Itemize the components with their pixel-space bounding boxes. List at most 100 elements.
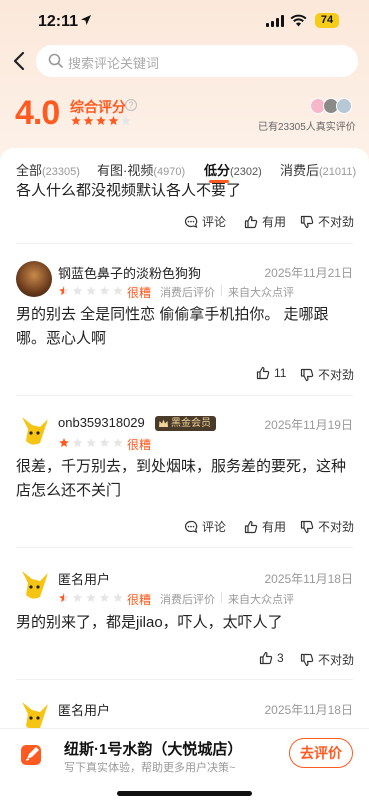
thumbs-up-icon: [256, 366, 270, 380]
not-right-button[interactable]: 不对劲: [300, 213, 354, 230]
overall-star-rating: [71, 116, 131, 126]
username[interactable]: 匿名用户: [58, 569, 110, 588]
review-date: 2025年11月18日: [264, 572, 353, 586]
rating-word: 很糟: [127, 286, 152, 300]
avatar[interactable]: [16, 261, 52, 297]
divider: [16, 547, 353, 548]
useful-button[interactable]: 有用: [244, 213, 286, 230]
comment-button[interactable]: 评论: [184, 213, 226, 230]
star-icon: [99, 438, 110, 448]
source-tag: 来自大众点评: [228, 594, 294, 606]
avatar: [336, 98, 352, 114]
star-icon: [72, 593, 83, 603]
thumbs-up-icon: [244, 520, 258, 533]
username[interactable]: 钢蓝色鼻子的淡粉色狗狗: [58, 263, 201, 282]
star-icon: [72, 438, 83, 448]
review-date: 2025年11月21日: [264, 266, 353, 280]
thumbs-down-icon: [300, 653, 314, 666]
star-filled-icon: [71, 116, 81, 126]
like-count-button[interactable]: 11: [256, 366, 286, 380]
review-text: 男的别去 全是同性恋 偷偷拿手机拍你。 走哪跟哪。恶心人啊: [16, 306, 329, 347]
star-icon: [113, 438, 123, 448]
search-icon: [48, 53, 63, 68]
consumption-tag: 消费后评价: [160, 287, 215, 299]
like-count-button[interactable]: 3: [259, 651, 284, 665]
home-indicator: [117, 791, 252, 796]
star-icon: [99, 286, 110, 296]
meta-separator: |: [220, 284, 223, 296]
cellular-signal-icon: [266, 15, 284, 27]
not-right-button[interactable]: 不对劲: [300, 366, 354, 383]
star-filled-icon: [96, 116, 106, 126]
username[interactable]: 匿名用户: [58, 700, 110, 719]
star-filled-icon: [83, 116, 94, 126]
comment-button[interactable]: 评论: [184, 518, 226, 535]
useful-button[interactable]: 有用: [244, 518, 286, 535]
review-star-rating: [59, 438, 123, 448]
review-list[interactable]: 各人什么都没视频默认各人不要了 评论 有用 不对劲 钢蓝色鼻子的淡粉色狗狗 20…: [0, 183, 369, 731]
avatar[interactable]: [16, 567, 52, 603]
meta-separator: |: [220, 591, 223, 603]
crown-icon: [159, 419, 168, 427]
overall-score: 4.0: [15, 94, 60, 132]
divider: [16, 395, 353, 396]
real-review-count: 已有23305人真实评价: [258, 122, 356, 133]
not-right-button[interactable]: 不对劲: [300, 518, 354, 535]
write-review-icon: [21, 745, 41, 765]
member-badge: 黑金会员: [155, 416, 216, 431]
star-icon: [113, 593, 123, 603]
star-icon: [121, 116, 131, 126]
avatar[interactable]: [16, 413, 52, 449]
consumption-tag: 消费后评价: [160, 594, 215, 606]
thumbs-down-icon: [300, 215, 314, 228]
review-date: 2025年11月18日: [264, 703, 353, 717]
mascot-avatar-icon: [22, 417, 48, 445]
write-review-hint: 写下真实体验，帮助更多用户决策~: [64, 762, 236, 774]
review-text: 各人什么都没视频默认各人不要了: [16, 183, 242, 199]
mascot-avatar-icon: [22, 571, 48, 599]
reviewer-avatars: [310, 98, 356, 114]
rating-word: 很糟: [127, 438, 152, 452]
mascot-avatar-icon: [22, 702, 48, 730]
avatar[interactable]: [16, 698, 52, 731]
thumbs-up-icon: [259, 651, 273, 665]
star-icon: [99, 593, 110, 603]
status-bar: 12:11 74: [0, 0, 369, 42]
search-placeholder: 搜索评论关键词: [68, 56, 160, 71]
thumbs-down-icon: [300, 368, 314, 381]
tab-all[interactable]: 全部(23305): [16, 160, 80, 179]
overall-score-label: 综合评分: [70, 99, 126, 115]
review-star-rating: [59, 593, 123, 603]
battery-indicator: 74: [315, 13, 339, 28]
star-icon: [72, 286, 83, 296]
star-filled-icon: [59, 438, 69, 448]
star-icon: [86, 593, 96, 603]
search-input[interactable]: 搜索评论关键词: [36, 45, 358, 77]
not-right-button[interactable]: 不对劲: [300, 651, 354, 668]
write-review-button[interactable]: 去评价: [289, 738, 353, 768]
wifi-icon: [290, 14, 307, 27]
tab-after-consumption[interactable]: 消费后(21011): [280, 160, 356, 179]
thumbs-down-icon: [300, 520, 314, 533]
tab-photo-video[interactable]: 有图·视频(4970): [97, 160, 185, 179]
location-arrow-icon: [81, 15, 91, 25]
username[interactable]: onb359318029: [58, 415, 145, 430]
help-icon[interactable]: ?: [125, 99, 137, 111]
thumbs-up-icon: [244, 215, 258, 228]
review-star-rating: [59, 286, 123, 296]
bottom-bar: 纽斯·1号水韵（大悦城店） 写下真实体验，帮助更多用户决策~ 去评价: [0, 728, 369, 800]
status-time: 12:11: [38, 13, 79, 30]
shop-name[interactable]: 纽斯·1号水韵（大悦城店）: [64, 738, 242, 759]
star-filled-icon: [108, 116, 119, 126]
back-arrow-icon[interactable]: [10, 50, 30, 72]
star-icon: [86, 438, 96, 448]
divider: [16, 243, 353, 244]
source-tag: 来自大众点评: [228, 287, 294, 299]
comment-icon: [184, 215, 198, 228]
tab-low-score[interactable]: 低分(2302): [204, 160, 262, 179]
divider: [16, 679, 353, 680]
star-icon: [86, 286, 96, 296]
star-icon: [113, 286, 123, 296]
rating-word: 很糟: [127, 593, 152, 607]
review-text: 男的别来了，都是jilao，吓人，太吓人了: [16, 614, 283, 631]
